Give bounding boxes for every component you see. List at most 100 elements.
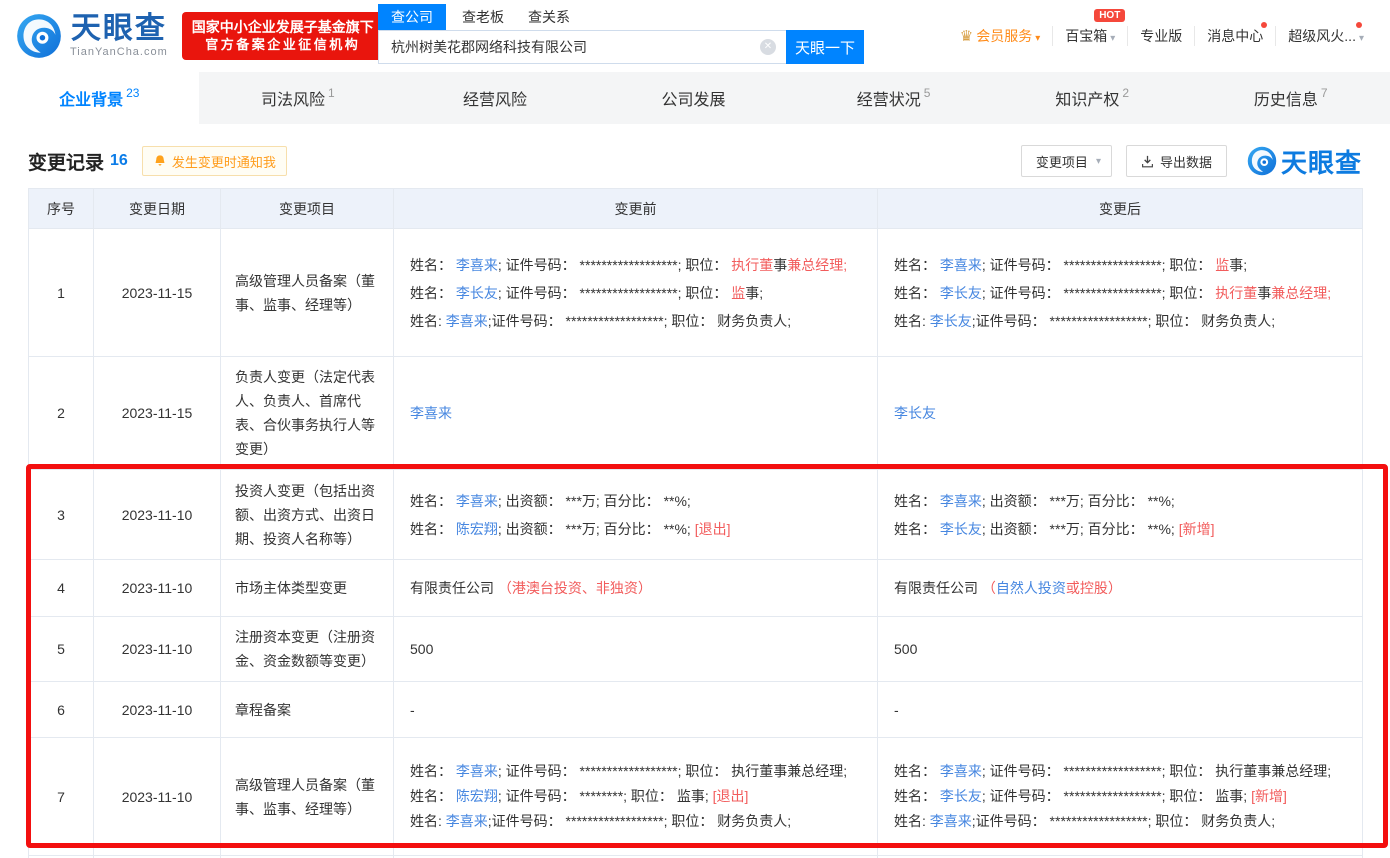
text-segment: 姓名： [894, 763, 940, 779]
cell-change-date: 2023-11-15 [94, 229, 221, 357]
watermark-text: 天眼查 [1281, 143, 1362, 180]
cell-index: 3 [29, 470, 94, 560]
change-detail-line: 姓名： 李喜来; 证件号码： ******************; 职位： 执… [894, 759, 1346, 784]
change-detail-line: 姓名： 李长友; 证件号码： ******************; 职位： 监… [410, 279, 861, 307]
cell-change-date: 2023-11-10 [94, 682, 221, 738]
tab-operation-risk[interactable]: 经营风险 [397, 72, 596, 124]
tab-company-background[interactable]: 企业背景23 [0, 72, 199, 124]
menu-item-vip[interactable]: ♛会员服务▾ [948, 26, 1052, 46]
change-detail-line: 500 [410, 635, 861, 663]
person-link[interactable]: 李喜来 [940, 493, 982, 509]
person-link[interactable]: 李喜来 [446, 313, 488, 329]
text-segment: 姓名： [894, 788, 940, 804]
cell-index: 4 [29, 560, 94, 617]
cell-change-item: 高级管理人员备案（董事、监事、经理等） [221, 738, 394, 856]
cell-before: 李喜来 [394, 357, 878, 470]
text-segment: 500 [894, 641, 917, 657]
change-detail-line: 姓名： 李喜来; 证件号码： ******************; 职位： 监… [894, 251, 1346, 279]
text-segment: ;证件号码： ******************; 职位： 财务负责人; [488, 313, 791, 329]
diff-red-text: （ [982, 580, 996, 596]
tab-intellectual-property[interactable]: 知识产权2 [993, 72, 1192, 124]
text-segment: 姓名： [410, 285, 456, 301]
diff-red-text: 或控股） [1066, 580, 1122, 596]
person-link[interactable]: 李长友 [940, 788, 982, 804]
cell-after: 姓名： 李喜来; 出资额： ***万; 百分比： **%;姓名： 李长友; 出资… [878, 470, 1363, 560]
search-button[interactable]: 天眼一下 [786, 30, 864, 64]
change-detail-line: 500 [894, 635, 1346, 663]
tab-company-development[interactable]: 公司发展 [596, 72, 795, 124]
cell-change-date: 2023-11-10 [94, 560, 221, 617]
clear-icon[interactable]: ✕ [760, 39, 776, 55]
person-link[interactable]: 李喜来 [446, 813, 488, 829]
text-segment: 姓名： [410, 763, 456, 779]
person-link[interactable]: 李喜来 [456, 493, 498, 509]
text-segment: 姓名： [894, 257, 940, 273]
person-link[interactable]: 李长友 [930, 313, 972, 329]
table-row: 12023-11-15高级管理人员备案（董事、监事、经理等）姓名： 李喜来; 证… [29, 229, 1363, 357]
table-row: 72023-11-10高级管理人员备案（董事、监事、经理等）姓名： 李喜来; 证… [29, 738, 1363, 856]
bell-icon [153, 154, 167, 168]
search-tab-company[interactable]: 查公司 [378, 4, 446, 30]
diff-red-text: 监 [1215, 257, 1229, 273]
person-link[interactable]: 李喜来 [456, 763, 498, 779]
search-input[interactable] [378, 30, 786, 64]
person-link[interactable]: 李喜来 [940, 763, 982, 779]
table-row: 62023-11-10章程备案-- [29, 682, 1363, 738]
watermark-logo: 天眼查 [1247, 143, 1362, 180]
search-tab-boss[interactable]: 查老板 [462, 4, 504, 30]
diff-red-text: （港澳台投资、非独资） [498, 580, 652, 596]
company-nav-tabs: 企业背景23 司法风险1 经营风险 公司发展 经营状况5 知识产权2 历史信息7 [0, 72, 1390, 124]
section-count: 16 [110, 152, 128, 170]
person-link[interactable]: 李长友 [940, 285, 982, 301]
diff-red-text: 执行董 [1215, 285, 1257, 301]
menu-item-super[interactable]: 超级风火...▾ [1275, 26, 1376, 46]
table-header-row: 序号 变更日期 变更项目 变更前 变更后 [29, 189, 1363, 229]
col-header-after: 变更后 [878, 189, 1363, 229]
change-table: 序号 变更日期 变更项目 变更前 变更后 12023-11-15高级管理人员备案… [28, 188, 1363, 858]
menu-item-pro[interactable]: 专业版 [1127, 26, 1194, 46]
menu-item-toolbox[interactable]: HOT 百宝箱▾ [1052, 26, 1127, 46]
change-detail-line: 姓名: 李长友;证件号码： ******************; 职位： 财务… [894, 307, 1346, 335]
cell-after: 500 [878, 617, 1363, 682]
text-segment: - [894, 702, 899, 718]
text-segment: ; 证件号码： ******************; 职位： 执行董事兼总经理… [498, 763, 847, 779]
tab-history-info[interactable]: 历史信息7 [1191, 72, 1390, 124]
cell-change-item: 章程备案 [221, 682, 394, 738]
tab-operation-status[interactable]: 经营状况5 [794, 72, 993, 124]
cell-before: 姓名： 李喜来; 证件号码： ******************; 职位： 执… [394, 229, 878, 357]
person-link[interactable]: 李喜来 [940, 257, 982, 273]
text-segment: 有限责任公司 [894, 580, 982, 596]
person-link[interactable]: 陈宏翔 [456, 788, 498, 804]
cell-change-item: 负责人变更（法定代表人、负责人、首席代表、合伙事务执行人等变更） [221, 357, 394, 470]
export-data-button[interactable]: 导出数据 [1126, 145, 1227, 177]
person-link[interactable]: 李喜来 [456, 257, 498, 273]
tianyancha-logo[interactable]: 天眼查 TianYanCha.com [16, 13, 168, 59]
diff-red-text: [新增] [1251, 788, 1287, 804]
tab-judicial-risk[interactable]: 司法风险1 [199, 72, 398, 124]
person-link[interactable]: 李喜来 [930, 813, 972, 829]
text-segment: ; 证件号码： ******************; 职位： 执行董事兼总经理… [982, 763, 1331, 779]
change-detail-line: 姓名： 李长友; 出资额： ***万; 百分比： **%; [新增] [894, 515, 1346, 543]
change-item-dropdown[interactable]: 变更项目 ▾ [1021, 145, 1112, 177]
text-segment: 姓名: [894, 313, 930, 329]
person-link[interactable]: 李喜来 [410, 405, 452, 421]
person-link[interactable]: 自然人投资 [996, 580, 1066, 596]
tianyancha-swirl-icon [16, 13, 62, 59]
section-title: 变更记录 [28, 148, 104, 175]
text-segment: ; 证件号码： ******************; 职位： [498, 257, 731, 273]
cell-change-item: 高级管理人员备案（董事、监事、经理等） [221, 229, 394, 357]
person-link[interactable]: 李长友 [940, 521, 982, 537]
person-link[interactable]: 陈宏翔 [456, 521, 498, 537]
text-segment: ; 出资额： ***万; 百分比： **%; [498, 493, 691, 509]
notification-dot [1261, 22, 1267, 28]
search-tab-relation[interactable]: 查关系 [528, 4, 570, 30]
chevron-down-icon: ▾ [1359, 33, 1364, 44]
diff-red-text: 兼总经理; [787, 257, 847, 273]
notify-on-change-button[interactable]: 发生变更时通知我 [142, 146, 287, 176]
person-link[interactable]: 李长友 [894, 405, 936, 421]
cell-after: 姓名： 李喜来; 证件号码： ******************; 职位： 监… [878, 229, 1363, 357]
text-segment: ; 证件号码： ********; 职位： 监事; [498, 788, 713, 804]
gov-badge-line1: 国家中小企业发展子基金旗下 [192, 18, 374, 36]
menu-item-messages[interactable]: 消息中心 [1194, 26, 1275, 46]
person-link[interactable]: 李长友 [456, 285, 498, 301]
